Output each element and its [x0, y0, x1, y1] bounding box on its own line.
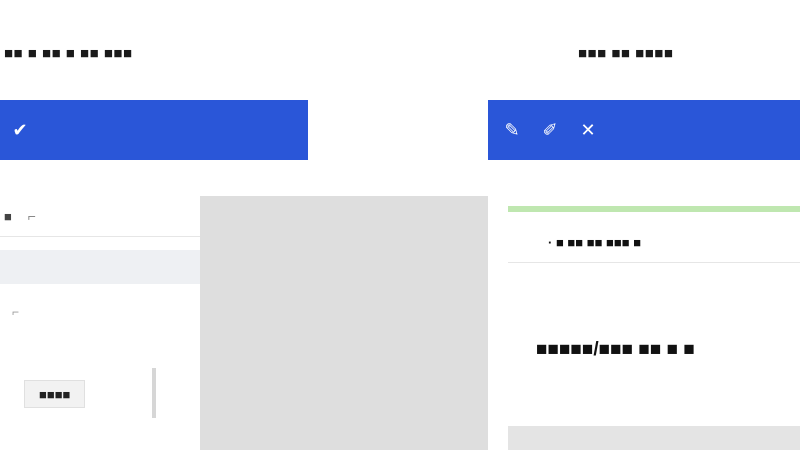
left-window-toolbar: ✔	[0, 100, 308, 160]
faint-line-2	[508, 378, 800, 414]
left-window-subtitle	[0, 172, 248, 190]
desktop-canvas: ■■ ■ ■■ ■ ■■ ■■■ ✔ ■ ⌐ ⌐ ■■■■ ■■■ ■■ ■■■…	[0, 0, 800, 450]
toggle-icon[interactable]: ⌐	[20, 208, 44, 224]
right-window-toolbar: ✎ ✐ ✕	[488, 100, 800, 160]
bottom-bar	[508, 426, 800, 450]
right-window-titlebar: ■■■ ■■ ■■■■	[488, 22, 800, 84]
left-field-row[interactable]: ■ ⌐	[0, 196, 204, 237]
left-bottom-button[interactable]: ■■■■	[24, 380, 86, 408]
vertical-separator	[152, 368, 156, 418]
left-bottom-row: ■■■■	[0, 360, 200, 426]
pencil-icon[interactable]: ✐	[536, 116, 564, 144]
faint-line-1	[508, 268, 800, 308]
close-icon[interactable]: ✕	[574, 116, 602, 144]
left-field-label: ■	[4, 208, 12, 224]
left-section-divider	[0, 250, 200, 284]
left-option-row[interactable]: ⌐	[0, 292, 204, 332]
left-window-title: ■■ ■ ■■ ■ ■■ ■■■	[4, 44, 133, 62]
left-window-titlebar: ■■ ■ ■■ ■ ■■ ■■■	[0, 22, 320, 84]
status-strip	[508, 206, 800, 212]
right-window-title: ■■■ ■■ ■■■■	[578, 44, 674, 62]
option-toggle-icon[interactable]: ⌐	[12, 305, 19, 319]
check-icon[interactable]: ✔	[6, 116, 34, 144]
breadcrumb[interactable]: · ■ ■■ ■■ ■■■ ■	[508, 222, 800, 263]
desktop-gap	[200, 196, 500, 450]
edit-icon[interactable]: ✎	[498, 116, 526, 144]
page-title: ■■■■■/■■■ ■■ ■ ■	[536, 339, 695, 360]
right-window: ■■■ ■■ ■■■■ ✎ ✐ ✕ · ■ ■■ ■■ ■■■ ■ ■■■■■/…	[488, 0, 800, 450]
